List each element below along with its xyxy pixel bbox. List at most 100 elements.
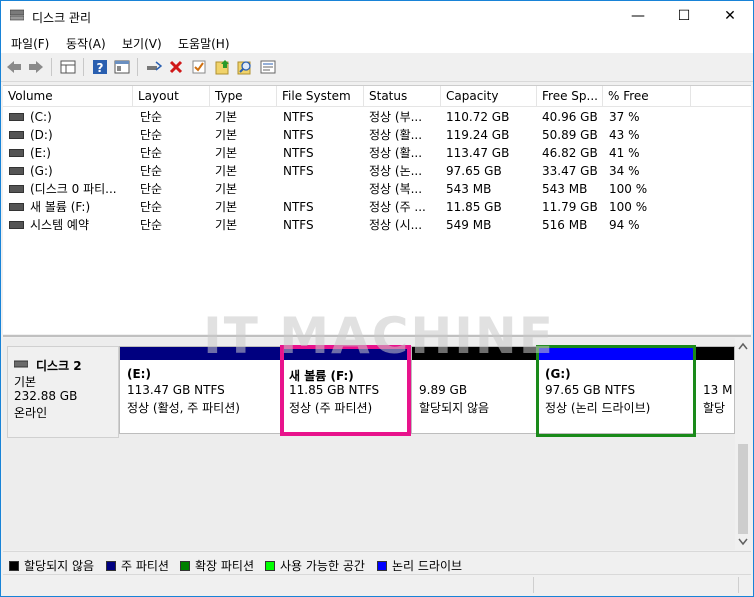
- cell-file-system: NTFS: [283, 146, 314, 160]
- cell-type: 기본: [215, 182, 238, 196]
- cell-file-system: NTFS: [283, 128, 314, 142]
- cell-layout: 단순: [140, 200, 163, 214]
- cell-percent-free: 37 %: [609, 110, 640, 124]
- disk-graphical-view: 디스크 2 기본 232.88 GB 온라인 (E:) 113.47 GB NT…: [3, 338, 735, 550]
- cell-free-space: 33.47 GB: [542, 164, 598, 178]
- disk-size: 232.88 GB: [14, 389, 78, 403]
- cell-capacity: 543 MB: [446, 182, 492, 196]
- legend-unallocated: 할당되지 않음: [9, 557, 94, 574]
- table-row[interactable]: (D:) 단순 기본 NTFS 정상 (활... 119.24 GB 50.89 GB 43 …: [3, 126, 751, 144]
- highlight-box-f: [280, 345, 411, 436]
- table-row[interactable]: (G:) 단순 기본 NTFS 정상 (논... 97.65 GB 33.47 GB 34 %: [3, 162, 751, 180]
- partition-bar: [696, 347, 734, 360]
- legend-primary: 주 파티션: [106, 557, 169, 574]
- cell-status: 정상 (복...: [369, 182, 423, 196]
- column-header-file-system[interactable]: File System: [277, 86, 364, 106]
- partition-unallocated[interactable]: 9.89 GB 할당되지 않음: [411, 346, 537, 434]
- scrollbar-thumb[interactable]: [738, 444, 748, 534]
- pane-splitter[interactable]: [3, 335, 751, 337]
- column-header-percent-free[interactable]: % Free: [603, 86, 691, 106]
- column-header-capacity[interactable]: Capacity: [441, 86, 537, 106]
- legend-swatch: [377, 561, 387, 571]
- cell-free-space: 516 MB: [542, 218, 588, 232]
- cell-volume: 새 볼륨 (F:): [9, 198, 133, 216]
- cell-capacity: 110.72 GB: [446, 110, 510, 124]
- minimize-button[interactable]: —: [615, 1, 661, 31]
- menu-action[interactable]: 동작(A): [66, 35, 106, 52]
- scroll-up-icon[interactable]: [738, 342, 748, 350]
- cell-percent-free: 34 %: [609, 164, 640, 178]
- partition-size: 13 M: [703, 383, 733, 397]
- cell-capacity: 119.24 GB: [446, 128, 510, 142]
- partition-label: (E:): [127, 367, 151, 381]
- highlight-box-g: [536, 345, 696, 437]
- status-separator: [533, 577, 534, 593]
- table-row[interactable]: (디스크 0 파티... 단순 기본 정상 (복... 543 MB 543 MB 100 …: [3, 180, 751, 198]
- cell-status: 정상 (부...: [369, 110, 423, 124]
- forward-icon[interactable]: [27, 58, 45, 76]
- cell-capacity: 113.47 GB: [446, 146, 510, 160]
- volume-list: Volume Layout Type File System Status Ca…: [3, 85, 751, 334]
- table-row[interactable]: 시스템 예약 단순 기본 NTFS 정상 (시... 549 MB 516 MB 94 %: [3, 216, 751, 234]
- menu-help[interactable]: 도움말(H): [178, 35, 230, 52]
- cell-volume: 시스템 예약: [9, 216, 133, 234]
- cell-volume: (E:): [9, 144, 133, 162]
- column-header-free-space[interactable]: Free Sp...: [537, 86, 603, 106]
- partition-size: 9.89 GB: [419, 383, 468, 397]
- scroll-down-icon[interactable]: [738, 538, 748, 546]
- maximize-button[interactable]: ☐: [661, 1, 707, 31]
- back-icon[interactable]: [5, 58, 23, 76]
- cell-status: 정상 (시...: [369, 218, 423, 232]
- disk-2-label[interactable]: 디스크 2 기본 232.88 GB 온라인: [7, 346, 119, 438]
- legend-swatch: [180, 561, 190, 571]
- toolbar-separator: [83, 58, 84, 76]
- up-icon[interactable]: [214, 58, 232, 76]
- cell-capacity: 11.85 GB: [446, 200, 502, 214]
- volume-name: 새 볼륨 (F:): [30, 200, 91, 214]
- delete-icon[interactable]: [167, 58, 185, 76]
- legend-label: 확장 파티션: [195, 559, 255, 573]
- toolbar-separator: [51, 58, 52, 76]
- menu-file[interactable]: 파일(F): [11, 35, 49, 52]
- legend-swatch: [106, 561, 116, 571]
- cell-type: 기본: [215, 218, 238, 232]
- column-header-layout[interactable]: Layout: [133, 86, 210, 106]
- partition-unallocated-2[interactable]: 13 M 할당: [695, 346, 735, 434]
- cell-file-system: NTFS: [283, 164, 314, 178]
- vertical-scrollbar[interactable]: [735, 338, 751, 550]
- partition-status: 정상 (활성, 주 파티션): [127, 401, 240, 415]
- check-icon[interactable]: [190, 58, 208, 76]
- column-header-status[interactable]: Status: [364, 86, 441, 106]
- column-header-volume[interactable]: Volume: [3, 86, 133, 106]
- table-row[interactable]: (C:) 단순 기본 NTFS 정상 (부... 110.72 GB 40.96 GB 37 …: [3, 108, 751, 126]
- volume-name: 시스템 예약: [30, 218, 90, 232]
- cell-layout: 단순: [140, 182, 163, 196]
- table-row[interactable]: (E:) 단순 기본 NTFS 정상 (활... 113.47 GB 46.82 GB 41 …: [3, 144, 751, 162]
- properties-icon[interactable]: [259, 58, 277, 76]
- cell-free-space: 46.82 GB: [542, 146, 598, 160]
- cell-status: 정상 (논...: [369, 164, 423, 178]
- column-header-type[interactable]: Type: [210, 86, 277, 106]
- drive-icon: [9, 184, 24, 193]
- menu-view[interactable]: 보기(V): [122, 35, 162, 52]
- legend-swatch: [9, 561, 19, 571]
- drive-icon: [9, 112, 24, 121]
- console-icon[interactable]: [113, 58, 131, 76]
- toolbar: ?: [1, 53, 753, 82]
- search-icon[interactable]: [236, 58, 254, 76]
- connect-icon[interactable]: [145, 58, 163, 76]
- partition-status: 할당되지 않음: [419, 401, 490, 415]
- cell-percent-free: 100 %: [609, 182, 648, 196]
- grid-icon[interactable]: [59, 58, 77, 76]
- table-row[interactable]: 새 볼륨 (F:) 단순 기본 NTFS 정상 (주 ... 11.85 GB 11.79 …: [3, 198, 751, 216]
- drive-icon: [9, 130, 24, 139]
- cell-type: 기본: [215, 128, 238, 142]
- close-button[interactable]: ✕: [707, 1, 753, 31]
- disk-management-window: 디스크 관리 — ☐ ✕ 파일(F) 동작(A) 보기(V) 도움말(H) ?: [0, 0, 754, 597]
- partition-bar: [412, 347, 536, 360]
- legend-swatch: [265, 561, 275, 571]
- help-icon[interactable]: ?: [91, 58, 109, 76]
- cell-volume: (C:): [9, 108, 133, 126]
- disk-name: 디스크 2: [36, 359, 82, 373]
- partition-e[interactable]: (E:) 113.47 GB NTFS 정상 (활성, 주 파티션): [119, 346, 281, 434]
